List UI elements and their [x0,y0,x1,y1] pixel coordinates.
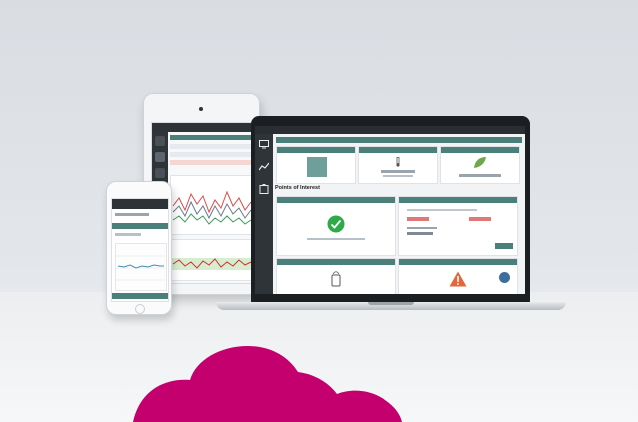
brand-cloud-shape [133,346,402,422]
